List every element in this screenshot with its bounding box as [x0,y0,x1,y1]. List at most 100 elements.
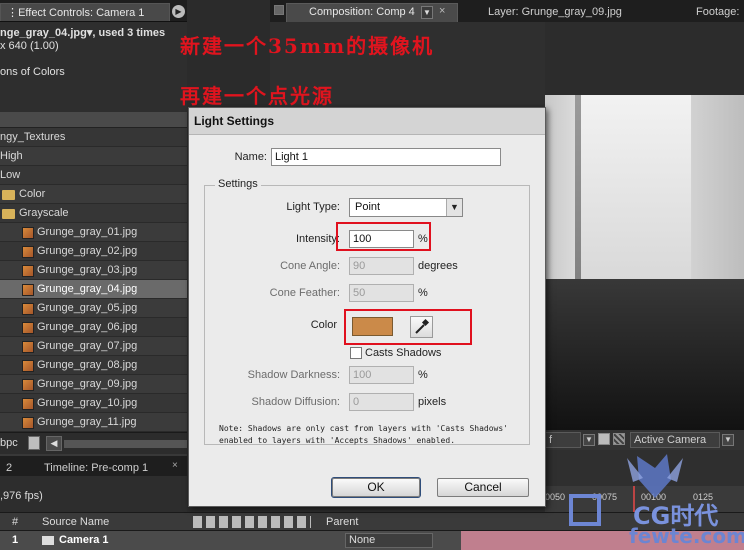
shadow-diffusion-field [349,393,414,411]
project-item-label: Grunge_gray_09.jpg [37,378,138,390]
back-wall [581,95,691,279]
image-file-icon [22,398,34,410]
image-file-icon [22,341,34,353]
project-item-label: High [0,150,23,162]
watermark-domain: fewte.com [629,524,744,548]
lock-icon[interactable] [274,5,284,15]
parent-select[interactable]: None [345,533,433,548]
cone-feather-field [349,284,414,302]
casts-shadows-label[interactable]: Casts Shadows [365,347,441,359]
effect-controls-tabbar: ⋮ Effect Controls: Camera 1 ▶ [0,0,187,22]
project-file-row[interactable]: Grunge_gray_10.jpg [0,394,187,413]
tab-footage[interactable]: Footage: [696,6,739,18]
project-item-label: ngy_Textures [0,131,66,143]
project-item-label: Grunge_gray_05.jpg [37,302,138,314]
composition-viewer[interactable] [545,95,744,430]
panel-menu-icon[interactable]: ▶ [172,5,185,18]
annotation-light: 再建一个点光源 [180,84,334,108]
color-label: Color [310,319,337,331]
project-file-row[interactable]: Grunge_gray_05.jpg [0,299,187,318]
project-file-row[interactable]: Grunge_gray_04.jpg [0,280,187,299]
close-icon[interactable]: × [172,460,178,471]
folder-icon [2,209,15,219]
project-file-row[interactable]: Grunge_gray_08.jpg [0,356,187,375]
shadow-note: Note: Shadows are only cast from layers … [219,424,508,445]
project-file-row[interactable]: Grunge_gray_02.jpg [0,242,187,261]
light-type-label: Light Type: [286,201,340,213]
light-type-select[interactable]: Point ▼ [349,198,463,217]
dialog-title: Light Settings [189,108,545,135]
cone-angle-label: Cone Angle: [280,260,340,272]
checker-icon[interactable] [613,433,625,445]
project-item-label: Grunge_gray_08.jpg [37,359,138,371]
image-file-icon [22,265,34,277]
annotation-camera: 新建一个35mm的摄像机 [180,34,435,58]
project-item-label: Low [0,169,21,181]
light-type-value: Point [355,201,381,213]
project-row[interactable]: Low [0,166,187,185]
image-file-icon [22,417,34,429]
chevron-down-icon[interactable]: ▼ [583,434,595,446]
project-item-label: Grunge_gray_10.jpg [37,397,138,409]
cone-angle-unit: degrees [418,260,458,272]
project-file-row[interactable]: Grunge_gray_07.jpg [0,337,187,356]
project-file-row[interactable]: Grunge_gray_03.jpg [0,261,187,280]
project-file-row[interactable]: Grunge_gray_11.jpg [0,413,187,432]
bpc-label[interactable]: bpc [0,437,18,449]
tab-composition[interactable]: Composition: Comp 4 ▼ × [286,3,458,22]
project-item-label: Grunge_gray_04.jpg [37,283,138,295]
chevron-down-icon[interactable]: ▼ [722,434,734,446]
project-row[interactable]: ngy_Textures [0,128,187,147]
shadow-darkness-label: Shadow Darkness: [247,369,340,381]
tab-layer[interactable]: Layer: Grunge_gray_09.jpg [488,6,622,18]
intensity-label: Intensity: [295,233,340,245]
project-bottom-bar: bpc ◀ [0,432,187,454]
col-source-name[interactable]: Source Name [42,516,109,528]
view-field[interactable]: f [545,432,581,448]
project-panel: ⋮ Effect Controls: Camera 1 ▶ nge_gray_0… [0,0,187,550]
trash-icon[interactable] [28,436,40,450]
project-folder-row[interactable]: Color [0,185,187,204]
image-file-icon [22,360,34,372]
composition-viewer-top [545,22,744,95]
settings-group-title: Settings [215,178,261,190]
project-item-label: Grunge_gray_01.jpg [37,226,138,238]
cancel-button[interactable]: Cancel [437,478,529,497]
project-file-row[interactable]: Grunge_gray_01.jpg [0,223,187,242]
project-item-label: Grunge_gray_02.jpg [37,245,138,257]
footage-filename: nge_gray_04.jpg▾, used 3 times [0,27,166,39]
project-folder-row[interactable]: Grayscale [0,204,187,223]
view-field-value: f [549,434,553,446]
close-icon[interactable]: × [439,5,445,17]
chevron-down-icon[interactable]: ▼ [421,6,433,19]
timeline-info: ,976 fps) [0,476,187,512]
cone-feather-unit: % [418,287,428,299]
layer-name[interactable]: Camera 1 [59,534,109,546]
image-file-icon [22,246,34,258]
project-file-row[interactable]: Grunge_gray_09.jpg [0,375,187,394]
light-settings-dialog: Light Settings Name: Settings Light Type… [188,107,546,507]
horizontal-scrollbar[interactable] [64,440,187,448]
shadow-diffusion-unit: pixels [418,396,447,408]
casts-shadows-checkbox[interactable] [350,347,362,359]
active-camera-select[interactable]: Active Camera [630,432,720,448]
project-file-row[interactable]: Grunge_gray_06.jpg [0,318,187,337]
name-field[interactable] [271,148,501,166]
cone-feather-label: Cone Feather: [269,287,340,299]
project-list-header [0,112,187,128]
footage-info: nge_gray_04.jpg▾, used 3 times x 640 (1.… [0,22,187,112]
grid-icon[interactable] [598,433,610,445]
shadow-darkness-field [349,366,414,384]
tab-timeline-precomp[interactable]: Timeline: Pre-comp 1 [38,459,154,477]
intensity-highlight [336,222,431,251]
tab-effect-controls[interactable]: ⋮ Effect Controls: Camera 1 [0,3,170,21]
chevron-down-icon[interactable]: ▼ [446,199,462,216]
ok-button[interactable]: OK [331,477,421,498]
project-row[interactable]: High [0,147,187,166]
footage-colors: ons of Colors [0,66,65,78]
scroll-left-icon[interactable]: ◀ [46,436,62,451]
tab-timeline-2[interactable]: 2 [0,459,18,477]
tab-composition-label: Composition: Comp 4 [309,6,415,18]
parent-value: None [349,534,376,546]
camera-icon [42,536,54,545]
